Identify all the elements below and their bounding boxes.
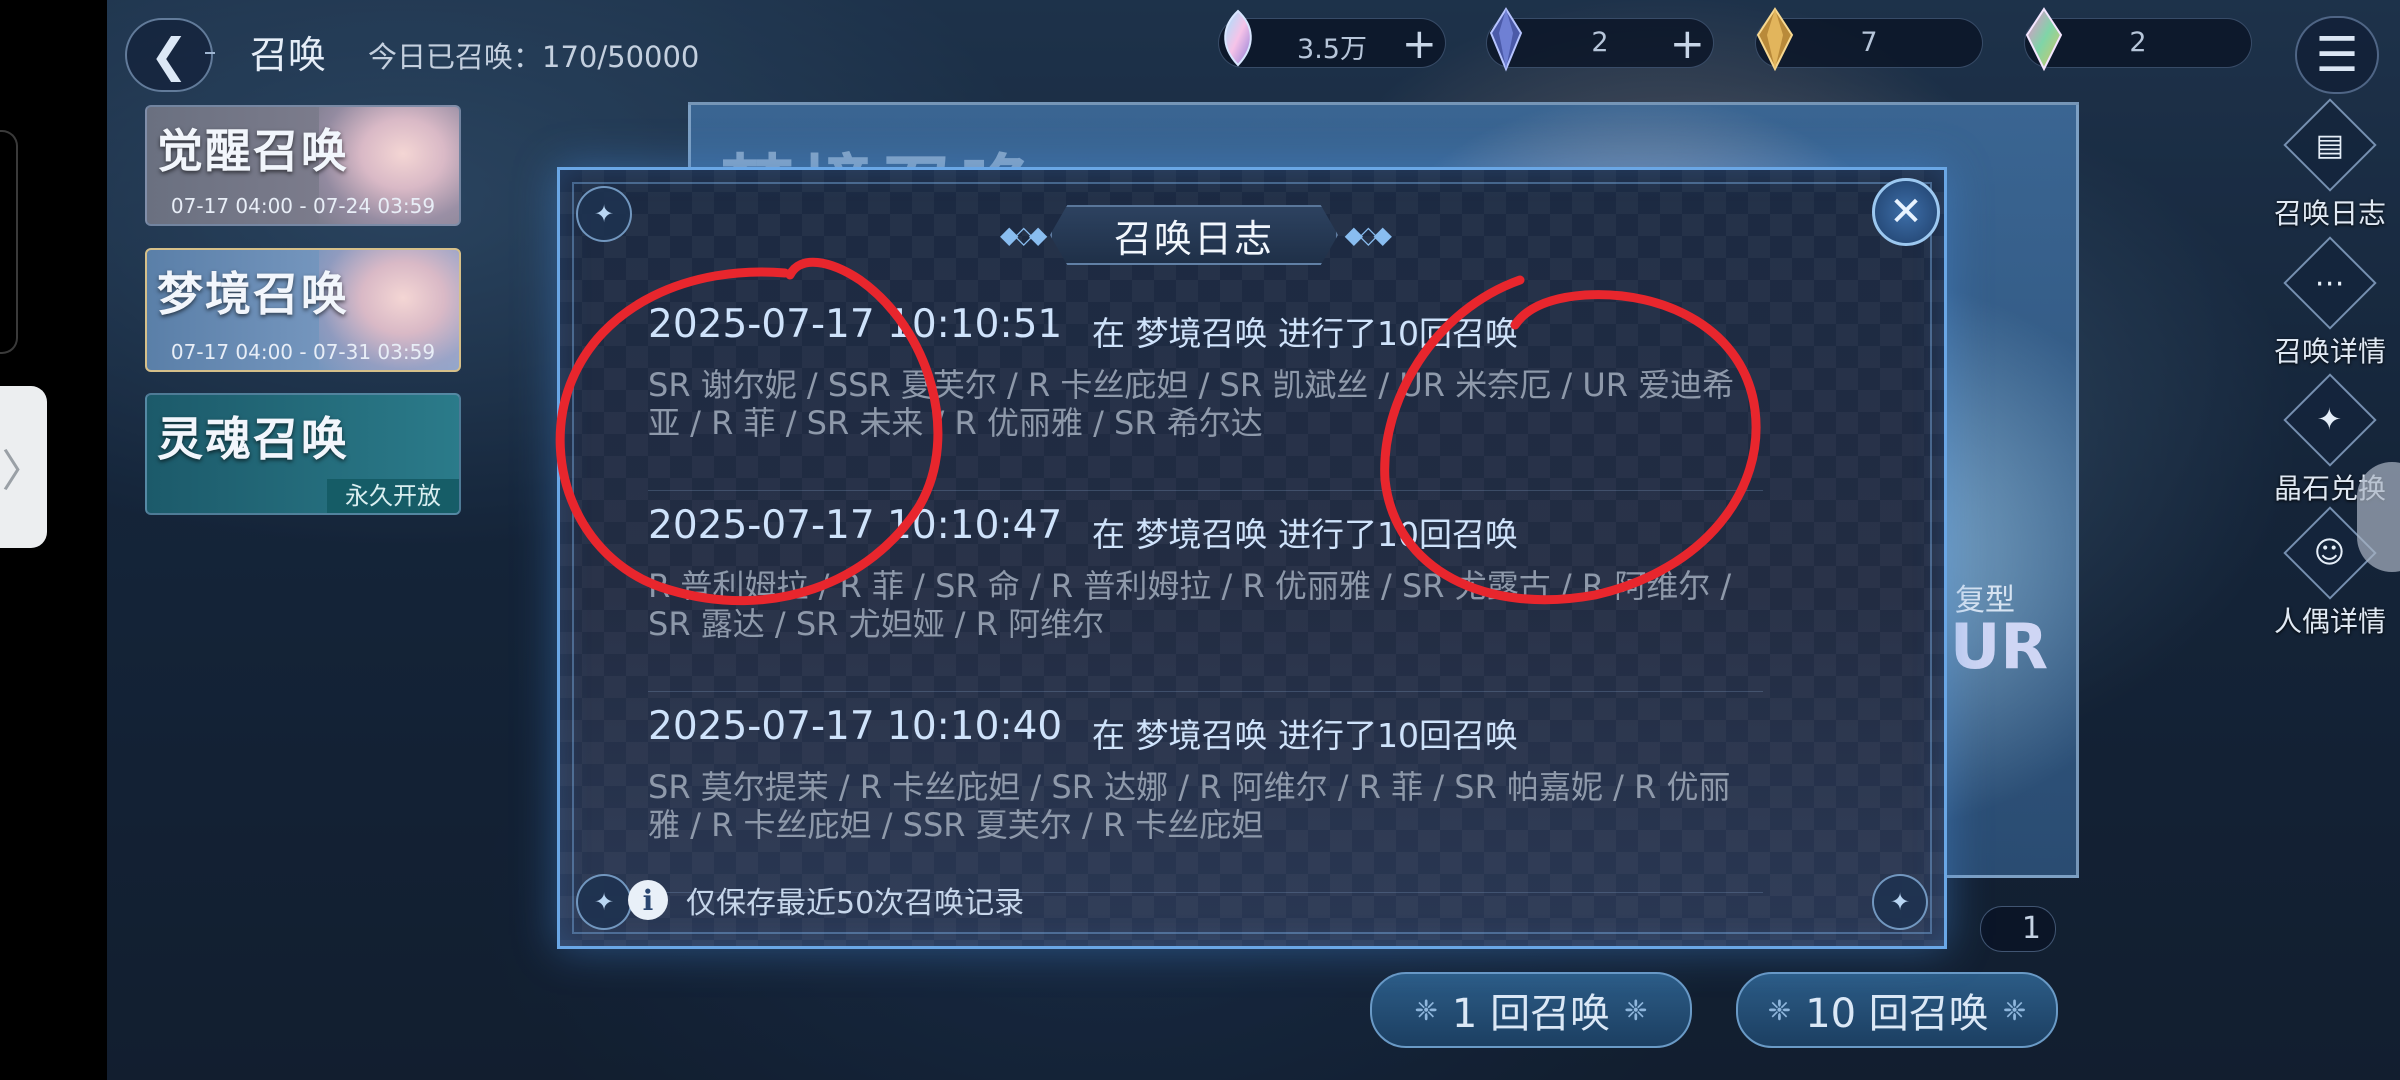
menu-button[interactable]: ☰ — [2295, 16, 2379, 94]
log-limit-text: 仅保存最近50次召唤记录 — [686, 886, 1025, 921]
sidebar-label: 召唤详情 — [2273, 335, 2386, 368]
add-rainbow-orb-button[interactable]: + — [1402, 19, 1437, 68]
today-summon-count: 今日已召唤：170/50000 — [368, 40, 700, 74]
sidebar-label: 人偶详情 — [2273, 605, 2386, 638]
dialog-title-plate: ◆◇◆ 召唤日志 ◆◇◆ — [1000, 205, 1392, 265]
entry-time: 2025-07-17 10:10:47 — [648, 503, 1063, 548]
back-button[interactable]: ❮ — [125, 18, 213, 92]
list-item: 2025-07-17 10:10:51 在 梦境召唤 进行了10回召唤 SR 谢… — [648, 290, 1763, 491]
banner-name: 梦境召唤 — [157, 267, 349, 321]
list-item: 2025-07-17 10:10:40 在 梦境召唤 进行了10回召唤 SR 莫… — [648, 692, 1763, 893]
banner-date: 07-17 04:00 - 07-31 03:59 — [170, 340, 436, 364]
ornament-icon: ❈ — [2002, 993, 2027, 1027]
back-divider — [205, 52, 215, 54]
entry-action: 在 梦境召唤 进行了10回召唤 — [1092, 716, 1518, 755]
banner-soul-summon[interactable]: 灵魂召唤 永久开放 — [145, 393, 461, 515]
banner-dream-summon[interactable]: 梦境召唤 07-17 04:00 - 07-31 03:59 — [145, 248, 461, 372]
entry-results: R 普利姆拉 / R 菲 / SR 命 / R 普利姆拉 / R 优丽雅 / S… — [648, 567, 1732, 643]
entry-action: 在 梦境召唤 进行了10回召唤 — [1092, 314, 1518, 353]
side-drawer-handle[interactable]: 〉 — [0, 386, 47, 548]
ten-summon-label: 10 回召唤 — [1805, 991, 1989, 1037]
add-dark-crystal-button[interactable]: + — [1670, 19, 1705, 68]
resource-value: 3.5万 — [1297, 34, 1367, 65]
corner-ornament-icon: ✦ — [1872, 874, 1928, 930]
entry-results: SR 莫尔提茉 / R 卡丝庇妲 / SR 达娜 / R 阿维尔 / R 菲 /… — [648, 768, 1731, 844]
banner-awakening-summon[interactable]: 觉醒召唤 07-17 04:00 - 07-24 03:59 — [145, 105, 461, 226]
corner-ornament-icon: ✦ — [576, 186, 632, 242]
sidebar-summon-details[interactable]: ⋯ 召唤详情 — [2260, 236, 2400, 370]
sidebar-summon-log[interactable]: ▤ 召唤日志 — [2260, 98, 2400, 232]
back-arrow-icon: ❮ — [149, 28, 189, 82]
resource-dark-crystal: 2 + — [1486, 7, 1714, 72]
entry-time: 2025-07-17 10:10:51 — [648, 302, 1063, 347]
hamburger-icon: ☰ — [2315, 27, 2359, 83]
count-badge: 1 — [1980, 906, 2056, 952]
resource-value: 2 — [2129, 27, 2147, 58]
floating-bubble[interactable] — [2357, 462, 2400, 572]
more-dots-icon: ⋯ — [2283, 236, 2377, 330]
resource-rainbow-orb: 3.5万 + — [1218, 9, 1446, 68]
list-item: 2025-07-17 10:10:47 在 梦境召唤 进行了10回召唤 R 普利… — [648, 491, 1763, 692]
entry-results: SR 谢尔妮 / SSR 夏芙尔 / R 卡丝庇妲 / SR 凯斌丝 / UR … — [648, 366, 1735, 442]
page-title: 召唤 — [250, 33, 327, 77]
resource-gold-crystal: 7 — [1755, 7, 1983, 72]
close-icon: ✕ — [1889, 189, 1923, 235]
dialog-title: 召唤日志 — [1113, 216, 1274, 261]
rainbow-orb-icon — [1224, 9, 1252, 67]
resource-value: 2 — [1591, 27, 1609, 58]
permanent-badge: 永久开放 — [327, 479, 459, 513]
resource-value: 7 — [1860, 27, 1878, 58]
banner-date: 07-17 04:00 - 07-24 03:59 — [170, 194, 436, 218]
banner-name: 灵魂召唤 — [157, 412, 349, 466]
info-icon: i — [628, 880, 668, 920]
summon-log-dialog: ✦ ✦ ✦ ✕ ◆◇◆ 召唤日志 ◆◇◆ 2025-07-17 10:10:51… — [557, 167, 1947, 949]
corner-ornament-icon: ✦ — [576, 874, 632, 930]
entry-time: 2025-07-17 10:10:40 — [648, 704, 1063, 749]
dark-crystal-icon — [1489, 7, 1523, 72]
resource-rainbow-crystal: 2 — [2024, 7, 2252, 72]
title-ornament-icon: ◆◇◆ — [1000, 221, 1047, 249]
banner-rarity-label: UR — [1950, 610, 2049, 683]
log-book-icon: ▤ — [2283, 98, 2377, 192]
sidebar-label: 召唤日志 — [2273, 197, 2386, 230]
close-button[interactable]: ✕ — [1872, 178, 1940, 246]
chevron-right-icon: 〉 — [1, 446, 46, 497]
banner-name: 觉醒召唤 — [157, 124, 349, 178]
rainbow-crystal-icon — [2025, 7, 2063, 72]
title-ornament-icon: ◆◇◆ — [1344, 221, 1392, 249]
log-limit-note: i 仅保存最近50次召唤记录 — [628, 878, 1024, 922]
system-edge-line — [0, 130, 18, 354]
entry-action: 在 梦境召唤 进行了10回召唤 — [1092, 515, 1518, 554]
crystal-star-icon: ✦ — [2283, 373, 2377, 467]
gold-crystal-icon — [1756, 7, 1794, 72]
summon-log-viewport[interactable]: 2025-07-17 10:10:51 在 梦境召唤 进行了10回召唤 SR 谢… — [648, 290, 1818, 953]
